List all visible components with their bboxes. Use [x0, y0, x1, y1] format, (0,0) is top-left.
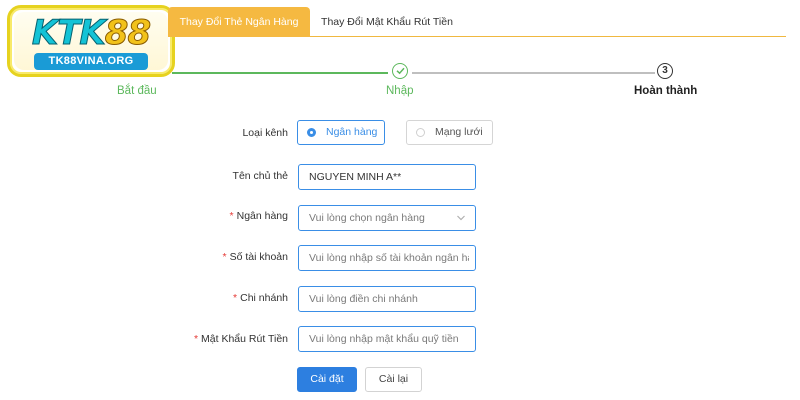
logo-wordmark: KTK88	[10, 13, 172, 53]
submit-button[interactable]: Cài đặt	[297, 367, 357, 392]
chevron-down-icon	[456, 206, 466, 230]
card-holder-value: NGUYEN MINH A**	[309, 171, 402, 183]
step-label-input: Nhập	[386, 85, 414, 97]
branch-field[interactable]	[298, 286, 476, 312]
required-mark: *	[233, 292, 238, 304]
tab-change-withdraw-password[interactable]: Thay Đổi Mật Khẩu Rút Tiền	[312, 7, 462, 37]
step-progress-line-complete	[172, 72, 388, 74]
withdraw-password-label-text: Mật Khẩu Rút Tiền	[201, 333, 288, 345]
channel-option-network[interactable]: Mạng lưới	[406, 120, 493, 145]
account-number-label-text: Số tài khoản	[229, 251, 288, 263]
channel-option-bank-label: Ngân hàng	[326, 126, 378, 138]
withdraw-password-field[interactable]	[298, 326, 476, 352]
branch-label: * Chi nhánh	[233, 292, 288, 304]
account-number-field[interactable]	[298, 245, 476, 271]
radio-unselected-icon	[416, 128, 425, 137]
required-mark: *	[229, 210, 234, 222]
step-label-complete: Hoàn thành	[634, 85, 698, 97]
channel-type-label: Loại kênh	[242, 127, 288, 139]
logo-wordmark-number: 88	[104, 13, 151, 53]
step-label-start: Bắt đầu	[117, 85, 157, 97]
tab-change-bank-card[interactable]: Thay Đổi Thẻ Ngân Hàng	[168, 7, 310, 37]
branch-label-text: Chi nhánh	[240, 292, 288, 304]
bank-label-text: Ngân hàng	[236, 210, 288, 222]
step-number-badge: 3	[657, 63, 673, 79]
card-holder-label: Tên chủ thẻ	[232, 170, 288, 182]
account-number-input[interactable]	[309, 247, 469, 269]
brand-logo: KTK88 TK88VINA.ORG	[7, 5, 175, 77]
check-icon	[392, 63, 408, 79]
withdraw-password-label: * Mật Khẩu Rút Tiền	[194, 333, 288, 345]
reset-button[interactable]: Cài lại	[365, 367, 422, 392]
channel-option-network-label: Mạng lưới	[435, 126, 483, 138]
required-mark: *	[193, 333, 199, 345]
required-mark: *	[222, 251, 227, 263]
account-number-label: * Số tài khoản	[223, 251, 288, 263]
logo-wordmark-letters: KTK	[31, 13, 106, 53]
channel-option-bank[interactable]: Ngân hàng	[297, 120, 385, 145]
radio-selected-icon	[307, 128, 316, 137]
withdraw-password-input[interactable]	[309, 328, 469, 350]
card-holder-field[interactable]: NGUYEN MINH A**	[298, 164, 476, 190]
bank-label: * Ngân hàng	[230, 210, 288, 222]
logo-domain: TK88VINA.ORG	[34, 53, 148, 70]
branch-input[interactable]	[309, 288, 469, 310]
step-progress-line-pending	[412, 72, 655, 74]
bank-select-placeholder: Vui lòng chọn ngân hàng	[309, 212, 425, 224]
bank-select[interactable]: Vui lòng chọn ngân hàng	[298, 205, 476, 231]
